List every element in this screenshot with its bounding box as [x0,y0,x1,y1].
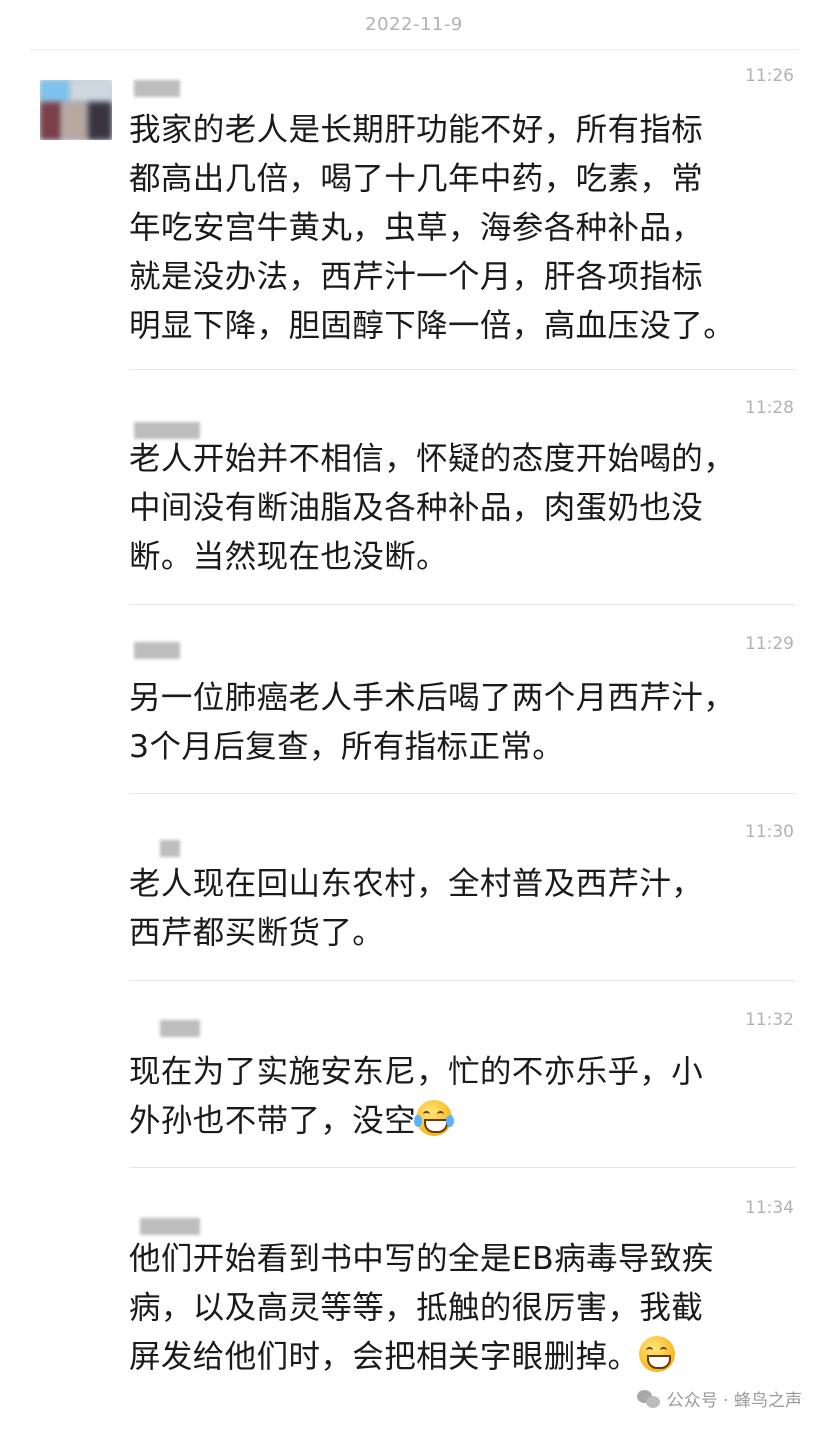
message-text-content: 他们开始看到书中写的全是EB病毒导致疾 病，以及高灵等等，抵触的很厉害，我截 屏… [129,1241,714,1375]
sender-name-blurred [140,1218,200,1235]
sender-name-blurred [160,1020,200,1037]
sender-name-blurred [134,642,180,659]
wechat-icon [636,1389,661,1409]
date-divider: 2022-11-9 [365,14,463,35]
avatar[interactable] [40,80,112,140]
message-time: 11:28 [745,398,794,418]
message-text: 我家的老人是长期肝功能不好，所有指标 都高出几倍，喝了十几年中药，吃素，常 年吃… [129,112,736,344]
message-separator [129,1167,796,1168]
message-time: 11:32 [745,1010,794,1030]
sender-name-blurred [160,840,180,857]
message-time: 11:30 [745,822,794,842]
chat-history-screen: 2022-11-9 11:26 我家的老人是长期肝功能不好，所有指标 都高出几倍… [0,0,828,1431]
message-text: 另一位肺癌老人手术后喝了两个月西芹汁， 3个月后复查，所有指标正常。 [129,680,736,765]
message-time: 11:34 [745,1198,794,1218]
message-text: 现在为了实施安东尼，忙的不亦乐乎，小 外孙也不带了，没空 [129,1048,801,1146]
account-watermark: 公众号 · 蜂鸟之声 [636,1386,802,1411]
message-text: 老人开始并不相信，怀疑的态度开始喝的， 中间没有断油脂及各种补品，肉蛋奶也没 断… [129,441,736,575]
message-text: 他们开始看到书中写的全是EB病毒导致疾 病，以及高灵等等，抵触的很厉害，我截 屏… [129,1235,801,1382]
message-text: 老人现在回山东农村，全村普及西芹汁， 西芹都买断货了。 [129,866,704,951]
message-separator [129,604,796,605]
message-time: 11:29 [745,634,794,654]
date-divider-line [30,49,798,50]
message-separator [129,369,796,370]
crying-laughing-emoji-icon [414,1100,455,1136]
message-separator [129,793,796,794]
sender-name-blurred [134,80,180,97]
grinning-emoji-icon [639,1336,676,1372]
message-separator [129,980,796,981]
watermark-text: 公众号 · 蜂鸟之声 [666,1391,802,1411]
message-time: 11:26 [745,66,794,86]
